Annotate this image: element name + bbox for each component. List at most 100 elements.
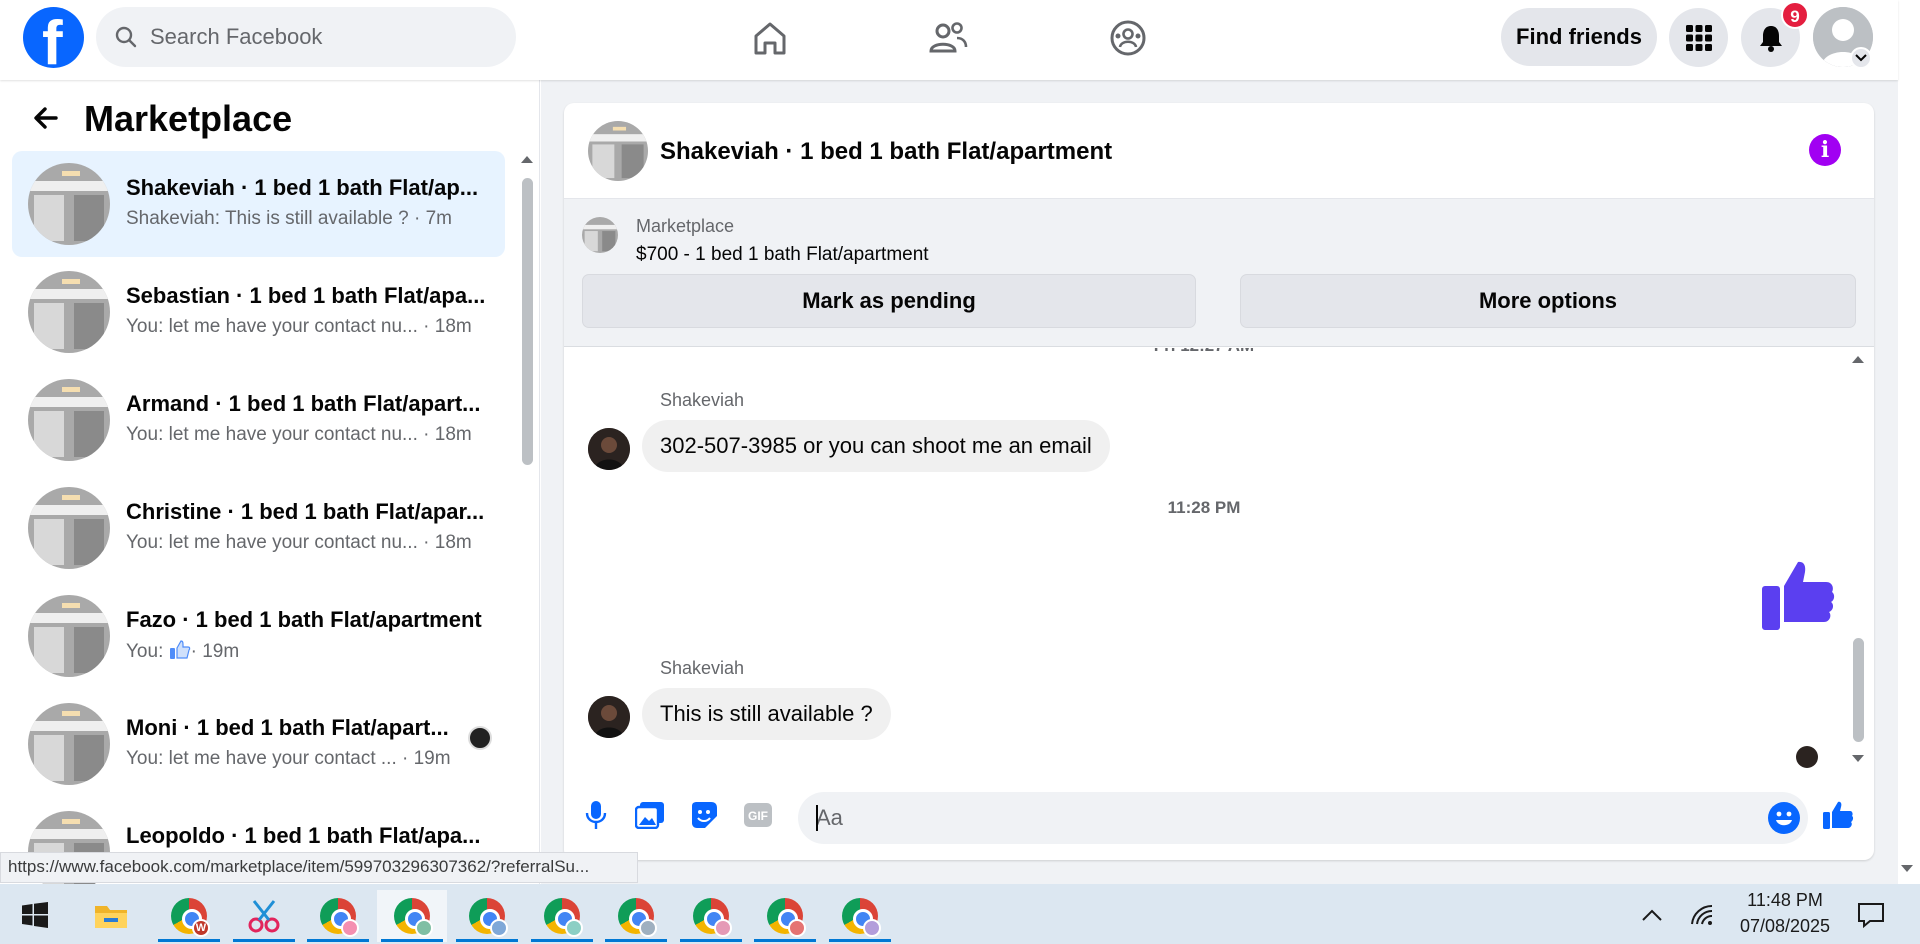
thumbs-up-icon bbox=[169, 640, 190, 659]
chrome-profile-rose-icon[interactable] bbox=[676, 890, 746, 942]
conversation-title: Christine · 1 bed 1 bath Flat/apar... bbox=[126, 499, 485, 524]
message-input-field[interactable] bbox=[798, 792, 1808, 844]
message-composer: GIF bbox=[564, 783, 1874, 853]
friends-icon[interactable] bbox=[924, 14, 972, 62]
home-icon[interactable] bbox=[746, 14, 794, 62]
chat-panel: Shakeviah · 1 bed 1 bath Flat/apartment … bbox=[564, 103, 1874, 860]
conversation-item[interactable]: Shakeviah · 1 bed 1 bath Flat/ap... Shak… bbox=[12, 151, 505, 257]
network-icon[interactable] bbox=[1690, 904, 1714, 926]
sidebar-scrollbar[interactable] bbox=[522, 178, 533, 465]
windows-taskbar: W 11:48 PM 07/08/2025 bbox=[0, 884, 1920, 944]
sender-name: Shakeviah bbox=[660, 390, 745, 410]
notification-badge: 9 bbox=[1781, 1, 1809, 29]
message-scrollbar[interactable] bbox=[1853, 638, 1864, 742]
scroll-down-arrow[interactable] bbox=[1851, 754, 1865, 764]
conversation-preview: You: · 19m bbox=[126, 640, 239, 663]
sender-avatar[interactable] bbox=[588, 696, 630, 738]
sender-name: Shakeviah bbox=[660, 658, 745, 678]
chrome-profile-blue-icon[interactable] bbox=[452, 890, 522, 942]
message-bubble[interactable]: This is still available ? bbox=[642, 688, 891, 740]
conversation-preview: You: let me have your contact ... · 19m bbox=[126, 748, 451, 769]
timestamp-divider: Fri 12:27 AM bbox=[564, 348, 1844, 356]
thumbs-up-icon[interactable] bbox=[1760, 558, 1836, 634]
grid-menu-icon bbox=[1685, 24, 1712, 51]
gif-icon[interactable]: GIF bbox=[740, 797, 776, 833]
listing-thumbnail bbox=[28, 703, 110, 785]
page-scroll-down-arrow[interactable] bbox=[1900, 864, 1914, 874]
conversation-item[interactable]: Sebastian · 1 bed 1 bath Flat/apa... You… bbox=[12, 259, 505, 365]
page-title: Marketplace bbox=[84, 98, 293, 139]
like-send-icon[interactable] bbox=[1820, 797, 1856, 833]
emoji-icon[interactable] bbox=[1768, 802, 1800, 834]
conversation-title: Leopoldo · 1 bed 1 bath Flat/apa... bbox=[126, 823, 481, 848]
listing-thumbnail bbox=[28, 379, 110, 461]
listing-thumbnail bbox=[28, 271, 110, 353]
search-input[interactable] bbox=[150, 24, 470, 50]
clock-time[interactable]: 11:48 PM bbox=[1735, 890, 1835, 911]
facebook-logo[interactable]: f bbox=[23, 7, 84, 68]
chrome-profile-gray-icon[interactable] bbox=[601, 890, 671, 942]
conversation-item[interactable]: Christine · 1 bed 1 bath Flat/apar... Yo… bbox=[12, 475, 505, 581]
seen-avatar bbox=[468, 726, 492, 750]
info-icon[interactable]: i bbox=[1809, 134, 1841, 166]
search-bar[interactable] bbox=[96, 7, 516, 67]
message-input[interactable] bbox=[816, 792, 1716, 844]
chevron-down-icon[interactable] bbox=[1850, 47, 1872, 69]
sticker-icon[interactable] bbox=[686, 797, 722, 833]
chat-title[interactable]: Shakeviah · 1 bed 1 bath Flat/apartment bbox=[660, 138, 1112, 166]
preview-prefix: You: bbox=[126, 641, 169, 662]
listing-thumbnail bbox=[28, 163, 110, 245]
conversation-item[interactable]: Fazo · 1 bed 1 bath Flat/apartment You: … bbox=[12, 583, 505, 689]
conversation-item[interactable]: Moni · 1 bed 1 bath Flat/apart... You: l… bbox=[12, 691, 505, 797]
svg-text:GIF: GIF bbox=[748, 809, 768, 823]
listing-thumbnail[interactable] bbox=[588, 121, 648, 181]
snipping-tool-icon[interactable] bbox=[229, 890, 299, 942]
conversation-title: Sebastian · 1 bed 1 bath Flat/apa... bbox=[126, 283, 486, 308]
sender-avatar[interactable] bbox=[588, 428, 630, 470]
conversation-title: Moni · 1 bed 1 bath Flat/apart... bbox=[126, 715, 449, 740]
timestamp-divider: 11:28 PM bbox=[1167, 498, 1241, 517]
conversation-item[interactable]: Armand · 1 bed 1 bath Flat/apart... You:… bbox=[12, 367, 505, 473]
listing-price[interactable]: $700 - 1 bed 1 bath Flat/apartment bbox=[636, 244, 929, 266]
find-friends-button[interactable]: Find friends bbox=[1501, 8, 1657, 66]
scroll-up-arrow[interactable] bbox=[1851, 354, 1865, 364]
conversation-preview: You: let me have your contact nu... · 18… bbox=[126, 316, 472, 337]
conversation-preview: You: let me have your contact nu... · 18… bbox=[126, 532, 472, 553]
read-receipt-avatar bbox=[1796, 746, 1818, 768]
chrome-profile-red-icon[interactable] bbox=[750, 890, 820, 942]
chrome-profile-purple-icon[interactable] bbox=[825, 890, 895, 942]
top-navigation-bar: f Find friends 9 bbox=[0, 0, 1898, 80]
search-icon bbox=[115, 26, 137, 48]
conversation-preview: Shakeviah: This is still available ? · 7… bbox=[126, 208, 452, 229]
file-explorer-icon[interactable] bbox=[76, 890, 146, 942]
menu-grid-button[interactable] bbox=[1669, 8, 1728, 67]
scroll-up-arrow[interactable] bbox=[520, 154, 534, 164]
listing-thumbnail bbox=[28, 487, 110, 569]
listing-source-label: Marketplace bbox=[636, 216, 735, 236]
chrome-profile-green-icon[interactable] bbox=[377, 890, 447, 942]
windows-start-icon[interactable] bbox=[22, 902, 48, 928]
link-status-tooltip: https://www.facebook.com/marketplace/ite… bbox=[0, 852, 638, 883]
mark-as-pending-button[interactable]: Mark as pending bbox=[582, 274, 1196, 328]
chat-header: Shakeviah · 1 bed 1 bath Flat/apartment … bbox=[564, 103, 1874, 199]
listing-thumbnail bbox=[582, 217, 618, 253]
listing-summary: Marketplace $700 - 1 bed 1 bath Flat/apa… bbox=[564, 199, 1874, 347]
back-arrow-icon[interactable] bbox=[30, 102, 62, 139]
photo-icon[interactable] bbox=[632, 797, 668, 833]
conversation-title: Fazo · 1 bed 1 bath Flat/apartment bbox=[126, 607, 482, 632]
conversation-title: Armand · 1 bed 1 bath Flat/apart... bbox=[126, 391, 481, 416]
marketplace-inbox-sidebar: Marketplace Shakeviah · 1 bed 1 bath Fla… bbox=[0, 80, 540, 884]
chrome-profile-w-icon[interactable]: W bbox=[154, 890, 224, 942]
more-options-button[interactable]: More options bbox=[1240, 274, 1856, 328]
bell-icon bbox=[1759, 25, 1782, 52]
chrome-profile-teal-icon[interactable] bbox=[527, 890, 597, 942]
microphone-icon[interactable] bbox=[578, 797, 614, 833]
preview-time: · 19m bbox=[190, 641, 240, 662]
notification-center-icon[interactable] bbox=[1857, 902, 1885, 928]
message-bubble[interactable]: 302-507-3985 or you can shoot me an emai… bbox=[642, 420, 1110, 472]
listing-thumbnail bbox=[28, 595, 110, 677]
chevron-up-icon[interactable] bbox=[1641, 908, 1663, 922]
clock-date[interactable]: 07/08/2025 bbox=[1735, 916, 1835, 937]
groups-icon[interactable] bbox=[1104, 14, 1152, 62]
chrome-profile-pink-icon[interactable] bbox=[303, 890, 373, 942]
